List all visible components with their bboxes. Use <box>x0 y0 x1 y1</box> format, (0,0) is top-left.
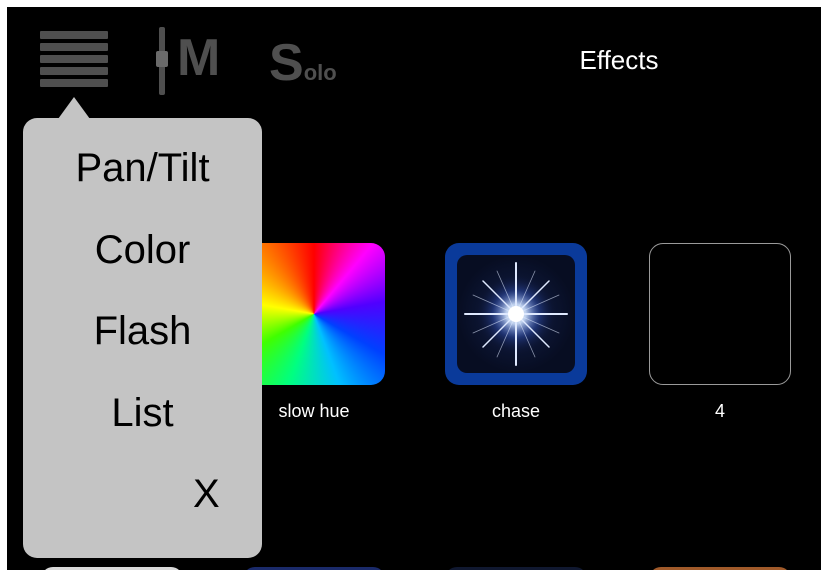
menu-item-list[interactable]: List <box>23 393 262 433</box>
page-title: Effects <box>579 45 659 75</box>
hamburger-icon[interactable] <box>40 31 108 89</box>
master-fader-button[interactable]: M <box>156 27 229 95</box>
solo-button[interactable]: Solo <box>269 37 337 89</box>
starburst-icon <box>457 255 575 373</box>
effect-label: chase <box>491 401 541 421</box>
solo-label-initial: S <box>269 34 304 92</box>
menu-popover: Pan/Tilt Color Flash List X <box>23 118 262 558</box>
effect-tile-slow-hue[interactable] <box>243 243 385 385</box>
effect-tile-empty[interactable] <box>649 243 791 385</box>
menu-item-flash[interactable]: Flash <box>23 311 262 351</box>
fader-knob <box>156 51 168 67</box>
close-menu-button[interactable]: X <box>193 474 220 514</box>
menu-item-pan-tilt[interactable]: Pan/Tilt <box>23 148 262 188</box>
popover-arrow <box>58 97 90 119</box>
menu-item-color[interactable]: Color <box>23 230 262 270</box>
effect-tile-chase[interactable] <box>445 243 587 385</box>
master-label: M <box>177 29 221 87</box>
app-screen: M Solo Effects slow hue chase 4 Pan/Tilt… <box>7 7 821 570</box>
solo-label-rest: olo <box>303 60 337 85</box>
effect-label: slow hue <box>278 401 350 421</box>
effect-label: 4 <box>714 401 725 421</box>
